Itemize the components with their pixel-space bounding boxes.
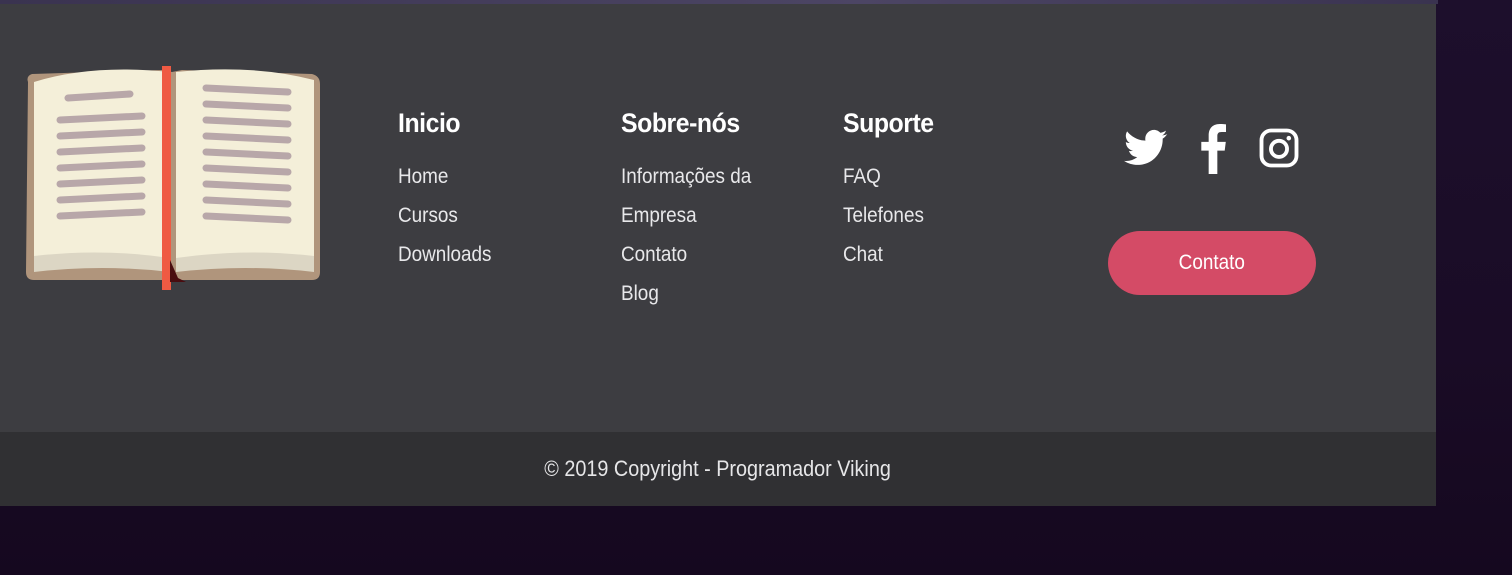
- footer-column-suporte: Suporte FAQ Telefones Chat: [843, 108, 942, 274]
- footer-link-blog[interactable]: Blog: [621, 274, 751, 313]
- footer-link-telefones[interactable]: Telefones: [843, 196, 932, 235]
- twitter-icon[interactable]: [1124, 128, 1168, 168]
- footer-column-sobre-nos: Sobre-nós Informações da Empresa Contato…: [621, 108, 766, 313]
- footer-link-faq[interactable]: FAQ: [843, 157, 932, 196]
- column-title-sobre-nos: Sobre-nós: [621, 108, 740, 138]
- open-book-logo-icon: [26, 66, 320, 290]
- copyright-text: © 2019 Copyright - Programador Viking: [544, 456, 892, 481]
- footer-column-inicio: Inicio Home Cursos Downloads: [398, 108, 502, 274]
- footer-link-cursos[interactable]: Cursos: [398, 196, 492, 235]
- column-title-suporte: Suporte: [843, 108, 934, 138]
- contato-button-label: Contato: [1178, 251, 1246, 274]
- footer-link-informacoes[interactable]: Informações da: [621, 157, 751, 196]
- column-title-inicio: Inicio: [398, 108, 461, 138]
- footer-link-home[interactable]: Home: [398, 157, 492, 196]
- footer-link-contato[interactable]: Contato: [621, 235, 751, 274]
- facebook-icon[interactable]: [1200, 122, 1226, 174]
- contato-button[interactable]: Contato: [1108, 231, 1316, 295]
- footer-link-chat[interactable]: Chat: [843, 235, 932, 274]
- instagram-icon[interactable]: [1258, 126, 1300, 170]
- footer-link-downloads[interactable]: Downloads: [398, 235, 492, 274]
- copyright-bar: © 2019 Copyright - Programador Viking: [0, 432, 1436, 506]
- site-footer: Inicio Home Cursos Downloads Sobre-nós I…: [0, 4, 1436, 432]
- social-links: [1124, 122, 1304, 178]
- footer-link-empresa[interactable]: Empresa: [621, 196, 751, 235]
